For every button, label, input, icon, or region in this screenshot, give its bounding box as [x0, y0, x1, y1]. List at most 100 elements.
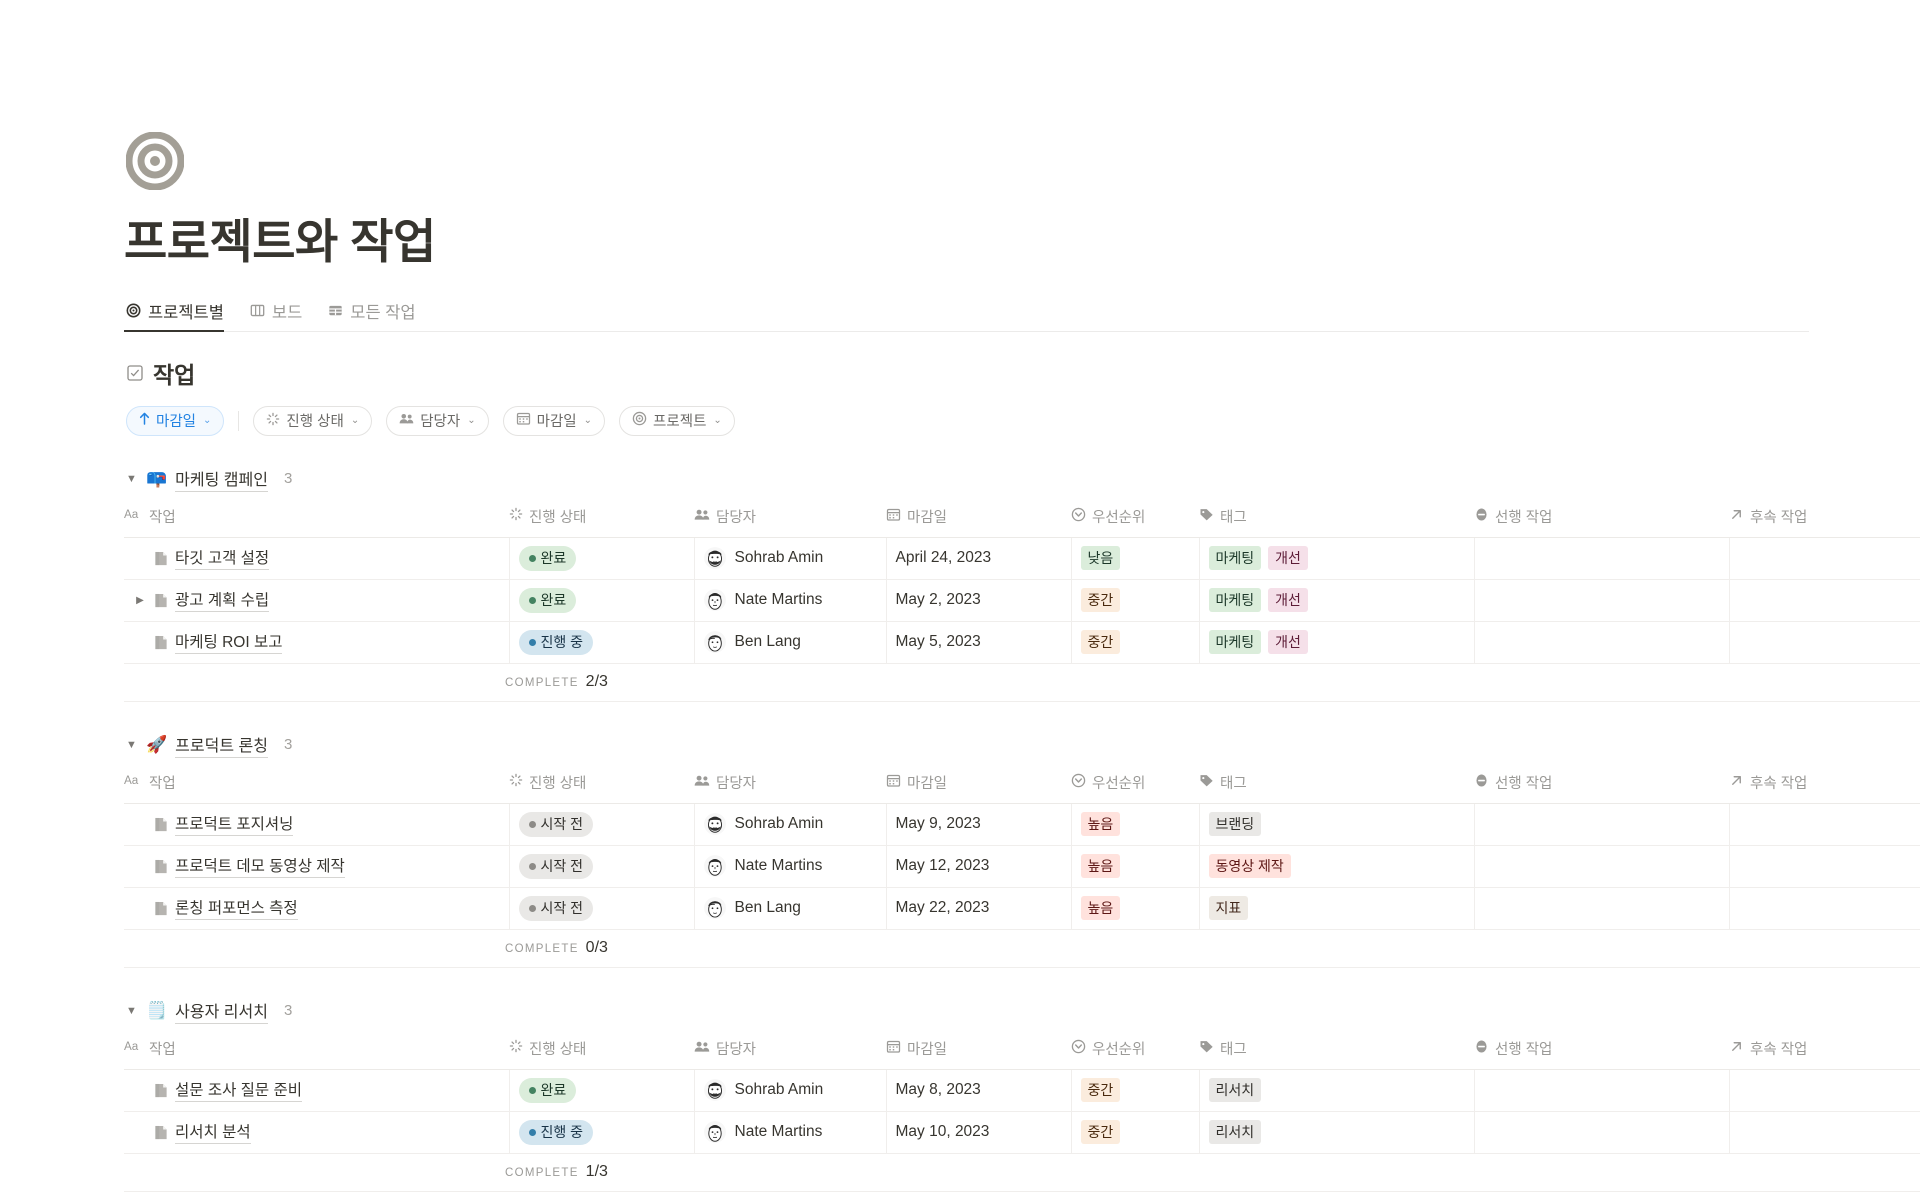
cell-owner[interactable]: Nate Martins — [694, 1111, 887, 1154]
group-collapse-caret[interactable]: ▼ — [126, 1005, 138, 1017]
column-header[interactable]: 담당자 — [694, 767, 886, 804]
column-header[interactable]: 진행 상태 — [509, 767, 694, 804]
cell-task[interactable]: ▶프로덕트 포지셔닝 — [124, 803, 510, 846]
group-collapse-caret[interactable]: ▼ — [126, 473, 138, 485]
column-header[interactable]: 선행 작업 — [1474, 1033, 1729, 1070]
column-header[interactable]: 태그 — [1199, 501, 1474, 538]
cell-tags[interactable]: 마케팅 개선 — [1199, 579, 1475, 622]
cell-priority[interactable]: 높음 — [1071, 845, 1200, 888]
cell-successor[interactable] — [1729, 887, 1920, 930]
cell-status[interactable]: 시작 전 — [509, 803, 695, 846]
column-header[interactable]: Aa 작업 — [124, 501, 509, 538]
cell-successor[interactable] — [1729, 1111, 1920, 1154]
cell-predecessor[interactable] — [1474, 845, 1730, 888]
cell-status[interactable]: 진행 중 — [509, 621, 695, 664]
task-name[interactable]: 론칭 퍼포먼스 측정 — [175, 896, 298, 921]
group-collapse-caret[interactable]: ▼ — [126, 739, 138, 751]
cell-status[interactable]: 시작 전 — [509, 887, 695, 930]
cell-due-date[interactable]: May 8, 2023 — [886, 1069, 1072, 1112]
cell-tags[interactable]: 마케팅 개선 — [1199, 537, 1475, 580]
task-name[interactable]: 마케팅 ROI 보고 — [175, 630, 283, 655]
cell-predecessor[interactable] — [1474, 887, 1730, 930]
cell-priority[interactable]: 높음 — [1071, 887, 1200, 930]
task-name[interactable]: 프로덕트 데모 동영상 제작 — [175, 854, 345, 879]
task-name[interactable]: 리서치 분석 — [175, 1120, 251, 1145]
cell-priority[interactable]: 낮음 — [1071, 537, 1200, 580]
cell-due-date[interactable]: May 5, 2023 — [886, 621, 1072, 664]
column-header[interactable]: Aa 작업 — [124, 767, 509, 804]
cell-status[interactable]: 시작 전 — [509, 845, 695, 888]
group-name[interactable]: 마케팅 캠페인 — [175, 466, 268, 492]
cell-tags[interactable]: 지표 — [1199, 887, 1475, 930]
column-header[interactable]: 진행 상태 — [509, 1033, 694, 1070]
sort-pill-duedate[interactable]: 마감일 ⌄ — [126, 405, 225, 436]
column-header[interactable]: 담당자 — [694, 501, 886, 538]
column-header[interactable]: 후속 작업 — [1729, 767, 1920, 804]
cell-tags[interactable]: 리서치 — [1199, 1069, 1475, 1112]
table-row[interactable]: ▶프로덕트 포지셔닝 시작 전 Sohrab Amin May 9, 2023 높음 브… — [124, 803, 1920, 846]
tab-projects[interactable]: 프로젝트별 — [124, 299, 224, 333]
cell-priority[interactable]: 중간 — [1071, 621, 1200, 664]
cell-owner[interactable]: Nate Martins — [694, 579, 887, 622]
table-row[interactable]: ▶마케팅 ROI 보고 진행 중 Ben Lang May 5, 2023 중간 마케팅… — [124, 621, 1920, 664]
table-row[interactable]: ▶타깃 고객 설정 완료 Sohrab Amin April 24, 2023 낮음 마… — [124, 537, 1920, 580]
cell-tags[interactable]: 마케팅 개선 — [1199, 621, 1475, 664]
column-header[interactable]: 우선순위 — [1071, 1033, 1199, 1070]
column-header[interactable]: 우선순위 — [1071, 501, 1199, 538]
cell-owner[interactable]: Sohrab Amin — [694, 803, 887, 846]
cell-due-date[interactable]: May 22, 2023 — [886, 887, 1072, 930]
group-name[interactable]: 프로덕트 론칭 — [175, 732, 268, 758]
table-row[interactable]: ▶론칭 퍼포먼스 측정 시작 전 Ben Lang May 22, 2023 높음 지표 — [124, 887, 1920, 930]
column-header[interactable]: Aa 작업 — [124, 1033, 509, 1070]
cell-successor[interactable] — [1729, 621, 1920, 664]
cell-predecessor[interactable] — [1474, 1111, 1730, 1154]
cell-status[interactable]: 완료 — [509, 537, 695, 580]
column-header[interactable]: 선행 작업 — [1474, 501, 1729, 538]
cell-task[interactable]: ▶타깃 고객 설정 — [124, 537, 510, 580]
cell-predecessor[interactable] — [1474, 803, 1730, 846]
table-row[interactable]: ▶프로덕트 데모 동영상 제작 시작 전 Nate Martins May 12, … — [124, 845, 1920, 888]
column-header[interactable]: 태그 — [1199, 767, 1474, 804]
cell-priority[interactable]: 중간 — [1071, 1069, 1200, 1112]
filter-pill-status[interactable]: 진행 상태 ⌄ — [253, 405, 373, 436]
cell-owner[interactable]: Ben Lang — [694, 887, 887, 930]
column-header[interactable]: 우선순위 — [1071, 767, 1199, 804]
cell-priority[interactable]: 중간 — [1071, 1111, 1200, 1154]
tab-board[interactable]: 보드 — [250, 299, 302, 331]
row-expand-caret[interactable]: ▶ — [133, 595, 147, 606]
group-name[interactable]: 사용자 리서치 — [175, 998, 268, 1024]
column-header[interactable]: 선행 작업 — [1474, 767, 1729, 804]
column-header[interactable]: 마감일 — [886, 767, 1071, 804]
cell-status[interactable]: 완료 — [509, 1069, 695, 1112]
task-name[interactable]: 설문 조사 질문 준비 — [175, 1078, 302, 1103]
column-header[interactable]: 후속 작업 — [1729, 501, 1920, 538]
cell-tags[interactable]: 브랜딩 — [1199, 803, 1475, 846]
cell-task[interactable]: ▶프로덕트 데모 동영상 제작 — [124, 845, 510, 888]
cell-task[interactable]: ▶ 광고 계획 수립 — [124, 579, 510, 622]
cell-task[interactable]: ▶설문 조사 질문 준비 — [124, 1069, 510, 1112]
cell-owner[interactable]: Ben Lang — [694, 621, 887, 664]
cell-due-date[interactable]: May 2, 2023 — [886, 579, 1072, 622]
cell-task[interactable]: ▶마케팅 ROI 보고 — [124, 621, 510, 664]
table-row[interactable]: ▶리서치 분석 진행 중 Nate Martins May 10, 2023 중간 리서… — [124, 1111, 1920, 1154]
filter-pill-duedate[interactable]: 마감일 ⌄ — [502, 405, 606, 436]
cell-task[interactable]: ▶론칭 퍼포먼스 측정 — [124, 887, 510, 930]
cell-status[interactable]: 완료 — [509, 579, 695, 622]
task-name[interactable]: 타깃 고객 설정 — [175, 546, 270, 571]
cell-priority[interactable]: 높음 — [1071, 803, 1200, 846]
cell-owner[interactable]: Sohrab Amin — [694, 537, 887, 580]
column-header[interactable]: 담당자 — [694, 1033, 886, 1070]
cell-predecessor[interactable] — [1474, 621, 1730, 664]
column-header[interactable]: 마감일 — [886, 501, 1071, 538]
filter-pill-project[interactable]: 프로젝트 ⌄ — [619, 405, 735, 436]
cell-predecessor[interactable] — [1474, 1069, 1730, 1112]
cell-status[interactable]: 진행 중 — [509, 1111, 695, 1154]
cell-successor[interactable] — [1729, 1069, 1920, 1112]
table-row[interactable]: ▶ 광고 계획 수립 완료 Nate Martins May 2, 2023 중간 마케팅… — [124, 579, 1920, 622]
cell-successor[interactable] — [1729, 803, 1920, 846]
cell-due-date[interactable]: May 9, 2023 — [886, 803, 1072, 846]
cell-successor[interactable] — [1729, 845, 1920, 888]
cell-tags[interactable]: 동영상 제작 — [1199, 845, 1475, 888]
cell-due-date[interactable]: May 12, 2023 — [886, 845, 1072, 888]
tab-all-tasks[interactable]: 모든 작업 — [328, 299, 416, 331]
